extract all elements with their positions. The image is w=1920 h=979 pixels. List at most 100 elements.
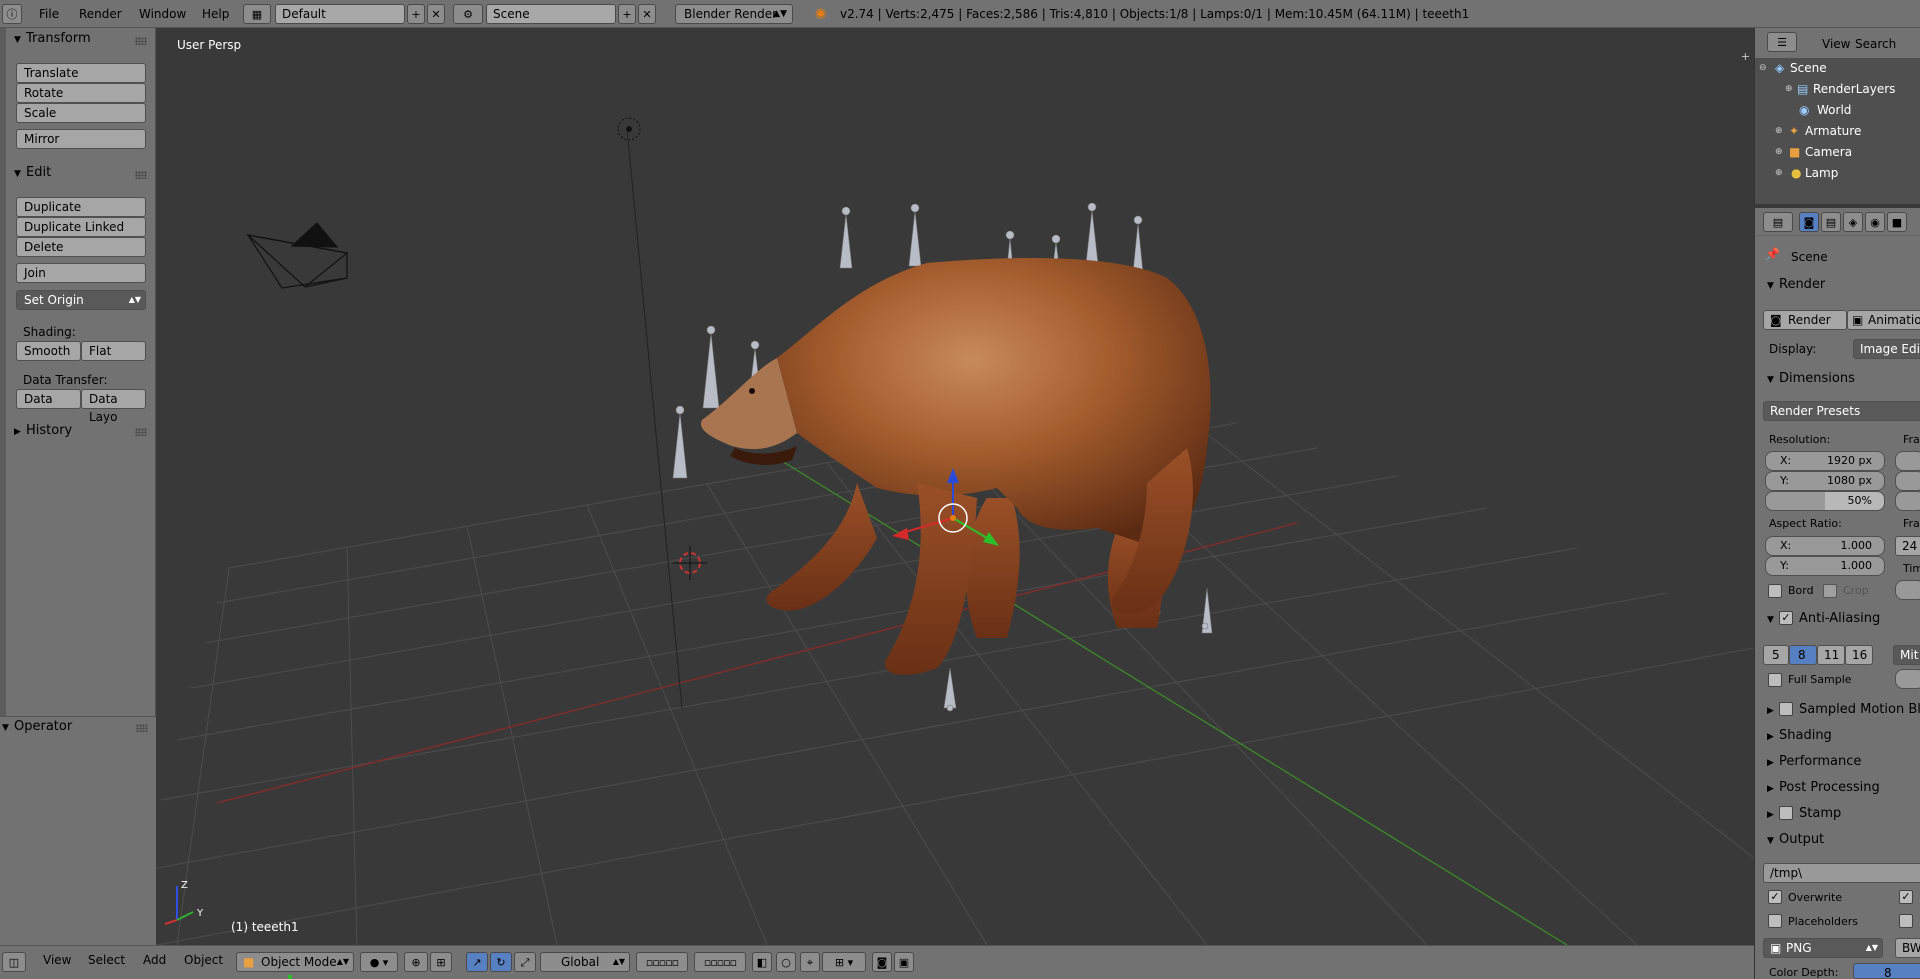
frame-end-field[interactable]: [1895, 471, 1920, 491]
menu-view[interactable]: View: [43, 953, 71, 967]
panel-dimensions-header[interactable]: ▼ Dimensions: [1767, 368, 1855, 390]
outliner-row-scene[interactable]: ⊖ ◈ Scene: [1755, 58, 1920, 79]
aa-samples-11[interactable]: 11: [1817, 645, 1845, 665]
file-format-select[interactable]: ▣ PNG ▲▼: [1763, 938, 1883, 958]
rotate-button[interactable]: Rotate: [16, 83, 146, 103]
remove-scene-icon[interactable]: ✕: [638, 4, 656, 24]
border-checkbox[interactable]: [1768, 584, 1782, 598]
viewport-shading-select[interactable]: ● ▾: [360, 952, 398, 972]
menu-file[interactable]: File: [39, 0, 59, 28]
data-layout-button[interactable]: Data Layo: [81, 389, 146, 424]
aspect-y-field[interactable]: Y: 1.000: [1765, 556, 1885, 576]
panel-edit-header[interactable]: ▼ Edit: [14, 163, 51, 183]
join-button[interactable]: Join: [16, 263, 146, 283]
scene-icon[interactable]: ⚙: [453, 4, 483, 24]
menu-render[interactable]: Render: [79, 0, 122, 28]
screen-layout-icon[interactable]: ▦: [243, 4, 271, 24]
output-path-field[interactable]: /tmp\: [1763, 863, 1920, 883]
aa-samples-8[interactable]: 8: [1789, 645, 1817, 665]
3d-cursor-icon[interactable]: [673, 546, 707, 580]
manipulator-toggle-icon[interactable]: ⊞: [430, 952, 452, 972]
overwrite-checkbox[interactable]: ✓: [1768, 890, 1782, 904]
menu-help[interactable]: Help: [202, 0, 229, 28]
panel-grip-icon[interactable]: [135, 37, 147, 45]
aa-samples-5[interactable]: 5: [1763, 645, 1789, 665]
camera-icon[interactable]: [246, 222, 349, 289]
panel-stamp-header[interactable]: ▶ Stamp: [1767, 803, 1841, 825]
menu-object[interactable]: Object: [184, 953, 223, 967]
screen-layout-field[interactable]: Default: [275, 4, 405, 24]
renderlayers-tab-icon[interactable]: ▤: [1821, 212, 1841, 232]
render-button[interactable]: ◙ Render: [1763, 310, 1847, 330]
mirror-button[interactable]: Mirror: [16, 129, 146, 149]
editor-type-icon[interactable]: ◫: [2, 952, 26, 972]
outliner-row-world[interactable]: ◉ World: [1755, 100, 1920, 121]
aa-samples-16[interactable]: 16: [1845, 645, 1873, 665]
time-remap-field[interactable]: [1895, 580, 1920, 600]
bear-mesh[interactable]: [701, 258, 1211, 675]
object-tab-icon[interactable]: ■: [1887, 212, 1907, 232]
panel-grip-icon[interactable]: [135, 171, 147, 179]
smooth-button[interactable]: Smooth: [16, 341, 81, 361]
menu-select[interactable]: Select: [88, 953, 125, 967]
translate-button[interactable]: Translate: [16, 63, 146, 83]
outliner-menu-view[interactable]: View: [1822, 30, 1850, 58]
scale-button[interactable]: Scale: [16, 103, 146, 123]
anti-aliasing-checkbox[interactable]: ✓: [1779, 610, 1793, 625]
panel-shading-header[interactable]: ▶ Shading: [1767, 725, 1832, 747]
scale-manipulator-icon[interactable]: ⤢: [514, 952, 536, 972]
translate-manipulator-icon[interactable]: ↗: [466, 952, 488, 972]
lock-layers-icon[interactable]: ◧: [752, 952, 772, 972]
outliner-row-renderlayers[interactable]: ⊕ ▤ RenderLayers: [1755, 79, 1920, 100]
color-mode-bw-button[interactable]: BW: [1895, 938, 1920, 958]
snap-element-select[interactable]: ⊞ ▾: [822, 952, 866, 972]
editor-type-icon[interactable]: ⓘ: [2, 4, 22, 24]
color-depth-8-button[interactable]: 8: [1853, 963, 1920, 979]
rotate-manipulator-icon[interactable]: ↻: [490, 952, 512, 972]
render-presets-select[interactable]: Render Presets: [1763, 401, 1920, 421]
full-sample-checkbox[interactable]: [1768, 673, 1782, 687]
panel-post-processing-header[interactable]: ▶ Post Processing: [1767, 777, 1880, 799]
frame-start-field[interactable]: [1895, 451, 1920, 471]
properties-editor-icon[interactable]: ▤: [1763, 212, 1793, 232]
outliner-row-lamp[interactable]: ⊕ ● Lamp: [1755, 163, 1920, 184]
outliner-row-armature[interactable]: ⊕ ✦ Armature: [1755, 121, 1920, 142]
render-still-icon[interactable]: ◙: [872, 952, 892, 972]
panel-transform-header[interactable]: ▼ Transform: [14, 29, 91, 49]
mode-select[interactable]: ■ Object Mode ▲▼: [236, 952, 354, 972]
panel-motion-blur-header[interactable]: ▶ Sampled Motion Blu: [1767, 699, 1920, 721]
set-origin-select[interactable]: Set Origin ▲▼: [16, 290, 146, 310]
add-screen-icon[interactable]: +: [407, 4, 425, 24]
duplicate-button[interactable]: Duplicate: [16, 197, 146, 217]
outliner-menu-search[interactable]: Search: [1855, 30, 1896, 58]
motion-blur-checkbox[interactable]: [1779, 701, 1793, 716]
panel-grip-icon[interactable]: [136, 724, 148, 732]
menu-add[interactable]: Add: [143, 953, 166, 967]
pin-icon[interactable]: 📌: [1765, 247, 1780, 261]
panel-render-header[interactable]: ▼ Render: [1767, 274, 1825, 296]
panel-performance-header[interactable]: ▶ Performance: [1767, 751, 1861, 773]
panel-operator-header[interactable]: ▼ Operator: [2, 717, 72, 737]
duplicate-linked-button[interactable]: Duplicate Linked: [16, 217, 146, 237]
data-transfer-button[interactable]: Data: [16, 389, 81, 409]
panel-grip-icon[interactable]: [135, 428, 147, 436]
panel-history-header[interactable]: ▶ History: [14, 421, 72, 441]
layers-block-2[interactable]: ▫▫▫▫▫: [694, 952, 746, 972]
render-engine-select[interactable]: Blender Render ▲▼: [675, 4, 793, 24]
outliner-editor-icon[interactable]: ☰: [1767, 32, 1797, 52]
world-tab-icon[interactable]: ◉: [1865, 212, 1885, 232]
proportional-edit-icon[interactable]: ○: [776, 952, 796, 972]
frame-step-field[interactable]: [1895, 491, 1920, 511]
snap-icon[interactable]: ⌖: [800, 952, 820, 972]
resolution-y-field[interactable]: Y: 1080 px: [1765, 471, 1885, 491]
layers-block-1[interactable]: ▫▫▫▫▫: [636, 952, 688, 972]
3d-viewport[interactable]: User Persp Z Y (1) teeeth1 +: [157, 28, 1754, 945]
outliner-row-camera[interactable]: ⊕ ■ Camera: [1755, 142, 1920, 163]
scene-field[interactable]: Scene: [486, 4, 616, 24]
crop-checkbox[interactable]: [1823, 584, 1837, 598]
render-tab-icon[interactable]: ◙: [1799, 212, 1819, 232]
frame-rate-select[interactable]: 24: [1895, 536, 1920, 556]
stamp-checkbox[interactable]: [1779, 805, 1793, 820]
placeholders-checkbox[interactable]: [1768, 914, 1782, 928]
animation-button[interactable]: ▣ Animation: [1847, 310, 1920, 330]
